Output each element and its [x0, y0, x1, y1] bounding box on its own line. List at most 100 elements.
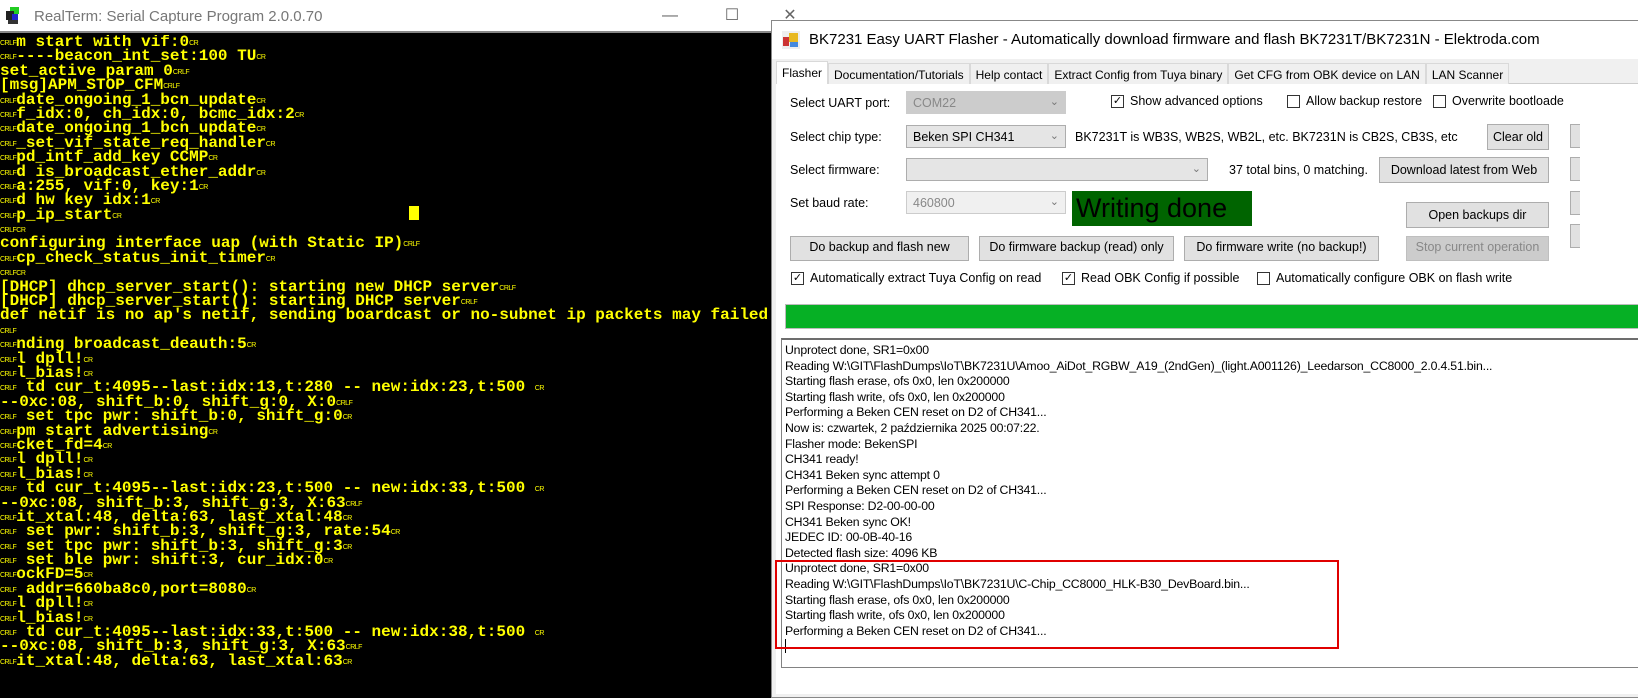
- crlf-glyph: CRLF: [0, 442, 17, 450]
- crlf-glyph: CR: [256, 126, 266, 134]
- terminal-line: CRLF addr=660ba8c0,port=8080CR: [0, 581, 770, 597]
- auto-configure-checkbox[interactable]: Automatically configure OBK on flash wri…: [1257, 271, 1512, 285]
- crlf-glyph: CR: [265, 255, 276, 263]
- stop-operation-button[interactable]: Stop current operation: [1406, 236, 1549, 261]
- uart-port-select[interactable]: COM22 ⌄: [906, 91, 1066, 114]
- flasher-titlebar[interactable]: BK7231 Easy UART Flasher - Automatically…: [772, 21, 1638, 59]
- realterm-app-icon: [6, 7, 20, 25]
- checkbox-box: [1257, 271, 1270, 285]
- minimize-button[interactable]: —: [655, 4, 685, 28]
- chevron-down-icon: ⌄: [1191, 163, 1201, 175]
- side-button-4[interactable]: [1570, 224, 1580, 248]
- baud-value: 460800: [913, 196, 955, 210]
- terminal-line-text: it_xtal:48, delta:63, last_xtal:63: [16, 651, 343, 670]
- terminal-line: CRLFd hw key idx:1CR: [0, 192, 770, 208]
- progress-bar: [785, 304, 1638, 329]
- crlf-glyph: CRLF: [0, 342, 17, 350]
- realterm-titlebar[interactable]: RealTerm: Serial Capture Program 2.0.0.7…: [0, 0, 800, 33]
- crlf-glyph: CRLF: [0, 140, 17, 148]
- crlf-glyph: CR: [342, 543, 353, 551]
- crlf-glyph: CRLF: [0, 428, 17, 436]
- checkbox-box: [1433, 94, 1446, 108]
- allow-restore-label: Allow backup restore: [1306, 94, 1423, 108]
- tab-get-cfg[interactable]: Get CFG from OBK device on LAN: [1228, 63, 1426, 84]
- terminal-line: CRLF set ble pwr: shift:3, cur_idx:0CR: [0, 552, 770, 568]
- terminal-line: CRLFcket_fd=4CR: [0, 437, 770, 453]
- side-button-3[interactable]: [1570, 191, 1580, 215]
- side-button-2[interactable]: [1570, 157, 1580, 181]
- crlf-glyph: CRLF: [0, 227, 17, 235]
- chip-type-select[interactable]: Beken SPI CH341 ⌄: [906, 125, 1066, 148]
- crlf-glyph: CR: [83, 601, 94, 609]
- crlf-glyph: CR: [189, 40, 199, 47]
- tab-lan-scanner[interactable]: LAN Scanner: [1425, 63, 1510, 84]
- realterm-title: RealTerm: Serial Capture Program 2.0.0.7…: [34, 8, 323, 25]
- firmware-select[interactable]: ⌄: [906, 158, 1208, 181]
- crlf-glyph: CRLF: [0, 514, 17, 522]
- firmware-write-button[interactable]: Do firmware write (no backup!): [1184, 236, 1379, 261]
- checkmark-icon: ✓: [791, 271, 804, 285]
- log-line: Starting flash erase, ofs 0x0, len 0x200…: [785, 374, 1010, 389]
- crlf-glyph: CR: [16, 227, 26, 235]
- crlf-glyph: CRLF: [0, 155, 17, 163]
- crlf-glyph: CR: [83, 615, 94, 623]
- log-line: Performing a Beken CEN reset on D2 of CH…: [785, 483, 1047, 498]
- log-line: CH341 Beken sync OK!: [785, 514, 911, 529]
- crlf-glyph: CR: [342, 414, 353, 422]
- crlf-glyph: CR: [265, 140, 276, 148]
- read-obk-checkbox[interactable]: ✓ Read OBK Config if possible: [1062, 271, 1239, 285]
- crlf-glyph: CR: [256, 97, 266, 105]
- crlf-glyph: CR: [83, 457, 94, 465]
- terminal-line: CRLFl dpll!CR: [0, 451, 770, 467]
- tab-help-contact[interactable]: Help contact: [969, 63, 1049, 84]
- tab-flasher[interactable]: Flasher: [776, 61, 829, 84]
- crlf-glyph: CRLF: [0, 183, 17, 191]
- crlf-glyph: CR: [83, 572, 94, 580]
- side-button-1[interactable]: [1570, 124, 1580, 148]
- terminal-line-text: cp_check_status_init_timer: [16, 248, 266, 267]
- crlf-glyph: CRLF: [0, 40, 17, 47]
- checkmark-icon: ✓: [1062, 271, 1075, 285]
- crlf-glyph: CR: [16, 270, 26, 278]
- backup-and-flash-button[interactable]: Do backup and flash new: [790, 236, 969, 261]
- overwrite-bootloader-checkbox[interactable]: Overwrite bootloade: [1433, 94, 1564, 108]
- terminal-cursor: [409, 206, 419, 220]
- open-backups-button[interactable]: Open backups dir: [1406, 202, 1549, 228]
- baud-label: Set baud rate:: [790, 196, 869, 210]
- crlf-glyph: CR: [102, 442, 113, 450]
- auto-extract-checkbox[interactable]: ✓ Automatically extract Tuya Config on re…: [791, 271, 1041, 285]
- crlf-glyph: CRLF: [0, 572, 17, 580]
- realterm-window: RealTerm: Serial Capture Program 2.0.0.7…: [0, 0, 800, 698]
- crlf-glyph: CR: [208, 428, 218, 436]
- crlf-glyph: CRLF: [0, 558, 17, 566]
- baud-rate-select[interactable]: 460800 ⌄: [906, 191, 1066, 214]
- crlf-glyph: CRLF: [0, 615, 17, 623]
- backup-only-button[interactable]: Do firmware backup (read) only: [979, 236, 1174, 261]
- crlf-glyph: CR: [534, 630, 545, 638]
- crlf-glyph: CR: [323, 558, 334, 566]
- checkmark-icon: ✓: [1111, 94, 1124, 108]
- chevron-down-icon: ⌄: [1049, 196, 1059, 208]
- terminal-line-text: p_ip_start: [16, 205, 113, 224]
- maximize-button[interactable]: ☐: [717, 4, 747, 28]
- firmware-count: 37 total bins, 0 matching.: [1229, 163, 1368, 177]
- show-advanced-checkbox[interactable]: ✓ Show advanced options: [1111, 94, 1263, 108]
- crlf-glyph: CR: [208, 155, 218, 163]
- crlf-glyph: CRLF: [0, 457, 17, 465]
- download-latest-button[interactable]: Download latest from Web: [1379, 157, 1549, 183]
- tab-documentation[interactable]: Documentation/Tutorials: [828, 63, 970, 84]
- crlf-glyph: CRLF: [0, 471, 17, 479]
- crlf-glyph: CRLF: [0, 601, 17, 609]
- tab-extract-config[interactable]: Extract Config from Tuya binary: [1048, 63, 1229, 84]
- crlf-glyph: CRLF: [0, 658, 17, 666]
- terminal-line: CRLFl dpll!CR: [0, 595, 770, 611]
- allow-backup-restore-checkbox[interactable]: Allow backup restore: [1287, 94, 1422, 108]
- firmware-label: Select firmware:: [790, 163, 880, 177]
- terminal-output[interactable]: CRLFm start with vif:0CR CRLF----beacon_i…: [0, 35, 770, 698]
- terminal-line: CRLFp_ip_startCR: [0, 205, 770, 224]
- clear-old-button[interactable]: Clear old: [1487, 124, 1549, 150]
- progress-fill: [786, 305, 1638, 328]
- terminal-line: def netif is no ap's netif, sending boar…: [0, 307, 770, 323]
- crlf-glyph: CR: [390, 529, 401, 537]
- crlf-glyph: CR: [342, 658, 353, 666]
